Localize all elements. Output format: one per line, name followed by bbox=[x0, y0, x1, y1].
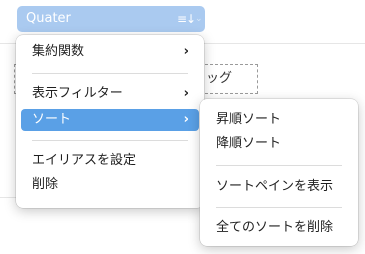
chevron-down-icon[interactable]: ⌄ bbox=[195, 6, 203, 32]
field-pill-label: Quater bbox=[26, 11, 71, 26]
menu-item-label: 全てのソートを削除 bbox=[216, 220, 334, 235]
menu-item-label: 昇順ソート bbox=[216, 112, 282, 127]
menu-item-delete[interactable]: 削除 bbox=[21, 174, 199, 196]
chevron-right-icon: › bbox=[183, 86, 189, 101]
menu-item-label: 集約関数 bbox=[32, 44, 85, 59]
menu-item-label: 表示フィルター bbox=[32, 86, 123, 101]
menu-item-aggregate-function[interactable]: 集約関数 › bbox=[21, 41, 199, 63]
drop-zone[interactable]: ッグ bbox=[200, 64, 258, 94]
menu-item-remove-all-sorts[interactable]: 全てのソートを削除 bbox=[205, 217, 353, 239]
sort-descending-icon[interactable]: ≡↓ bbox=[177, 6, 196, 32]
sort-submenu: 昇順ソート 降順ソート ソートペインを表示 全てのソートを削除 bbox=[200, 99, 358, 246]
menu-item-display-filter[interactable]: 表示フィルター › bbox=[21, 83, 199, 105]
menu-item-set-alias[interactable]: エイリアスを設定 bbox=[21, 150, 199, 172]
menu-item-label: ソート bbox=[32, 112, 72, 127]
field-context-menu: 集約関数 › 表示フィルター › ソート › エイリアスを設定 削除 bbox=[16, 35, 204, 208]
menu-item-sort-descending[interactable]: 降順ソート bbox=[205, 133, 353, 155]
menu-item-sort-ascending[interactable]: 昇順ソート bbox=[205, 109, 353, 131]
field-pill-quater[interactable]: Quater ≡↓ ⌄ bbox=[17, 6, 205, 32]
menu-separator bbox=[32, 140, 188, 141]
menu-item-show-sort-pane[interactable]: ソートペインを表示 bbox=[205, 176, 353, 198]
menu-item-label: エイリアスを設定 bbox=[32, 153, 137, 168]
menu-item-label: 降順ソート bbox=[216, 136, 282, 151]
menu-item-label: ソートペインを表示 bbox=[216, 179, 334, 194]
chevron-right-icon: › bbox=[183, 112, 189, 127]
menu-separator bbox=[32, 73, 188, 74]
menu-separator bbox=[216, 207, 342, 208]
chevron-right-icon: › bbox=[183, 44, 189, 59]
menu-item-sort[interactable]: ソート › bbox=[21, 109, 199, 131]
menu-separator bbox=[216, 165, 342, 166]
menu-item-label: 削除 bbox=[32, 177, 59, 192]
drop-zone-label: ッグ bbox=[206, 71, 233, 86]
